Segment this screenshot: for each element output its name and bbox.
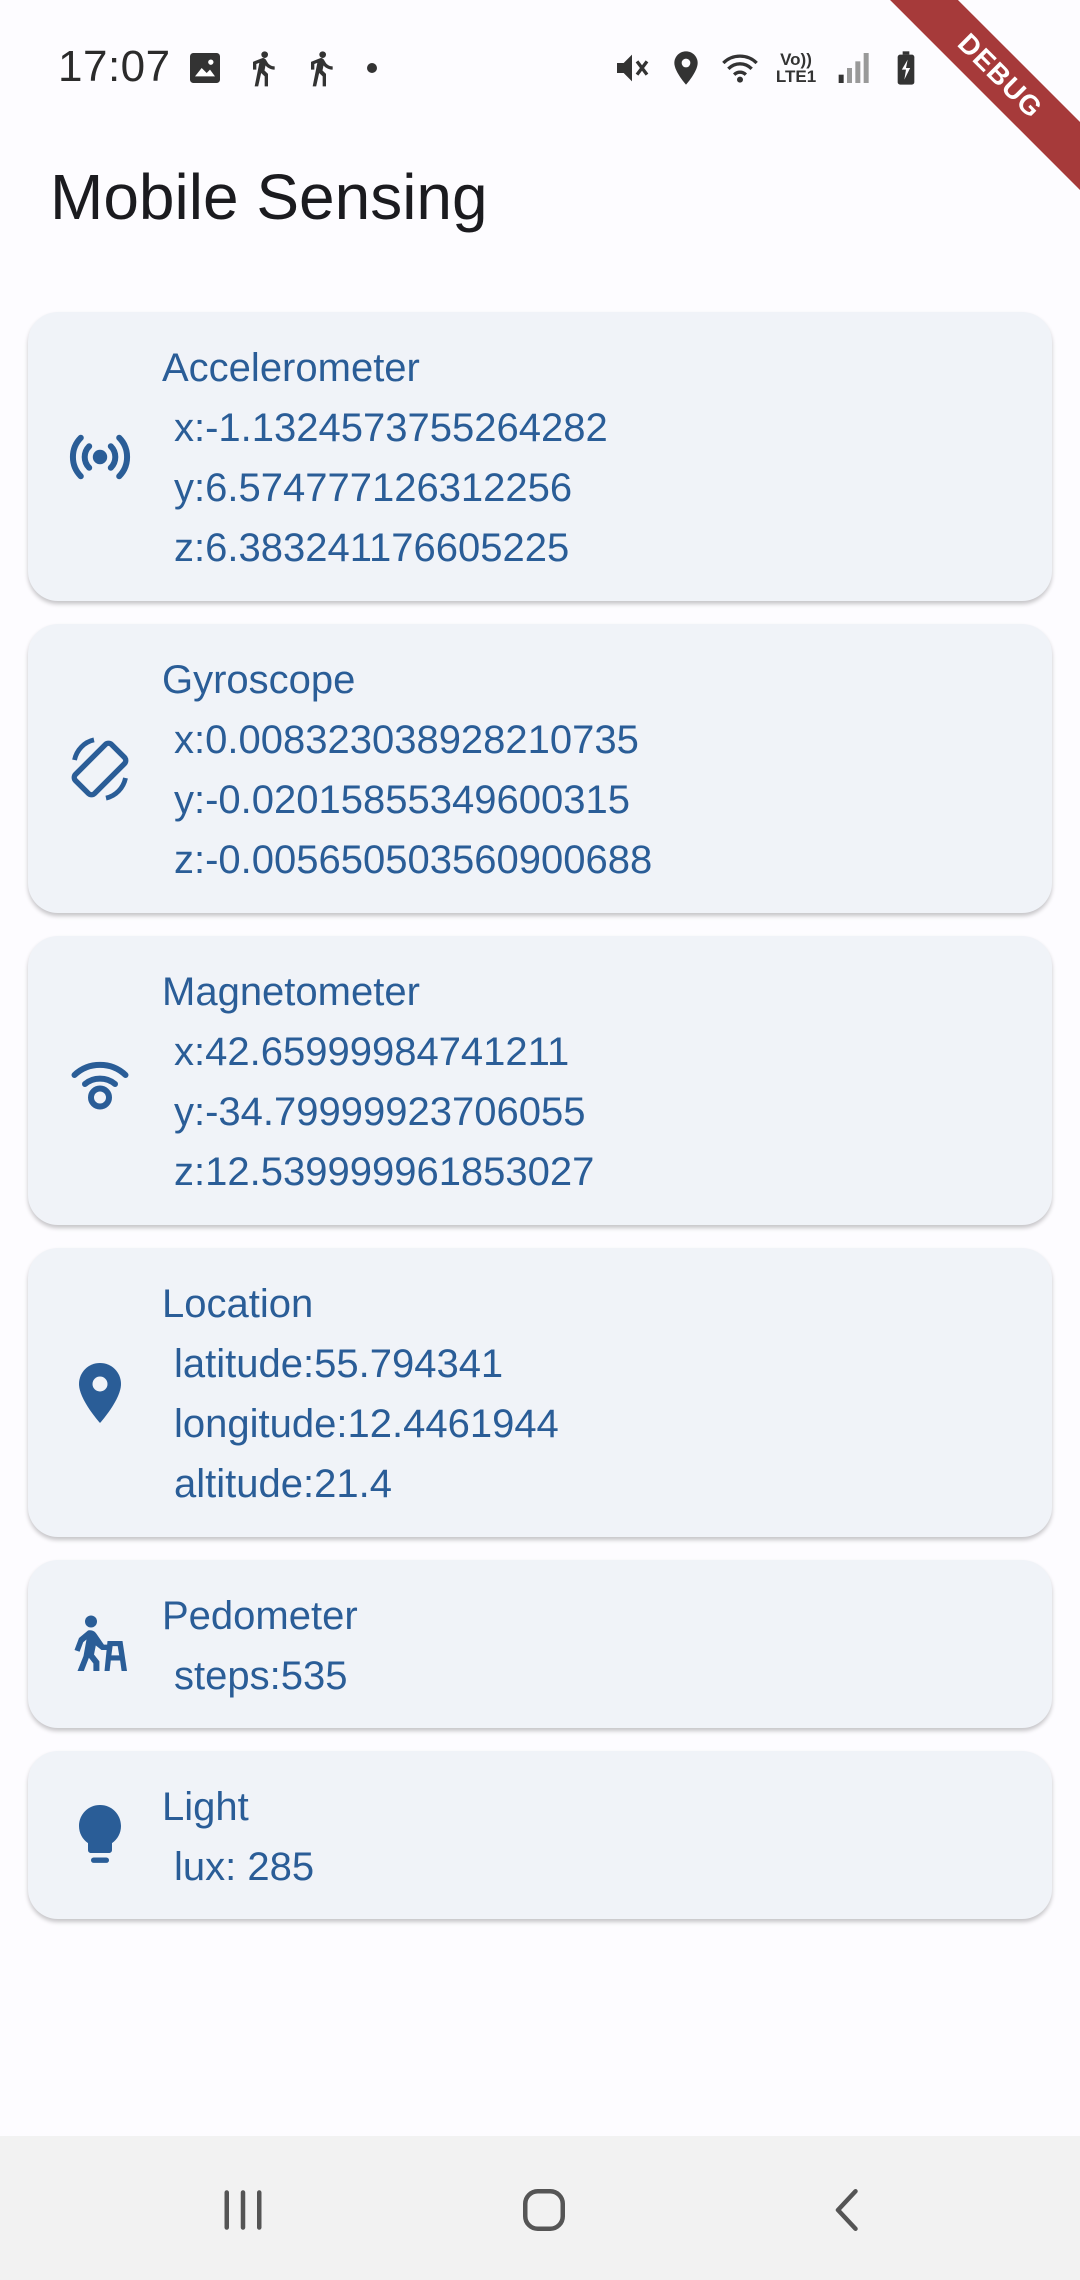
recent-apps-icon[interactable]: [213, 2180, 273, 2240]
volte-bottom: LTE1: [775, 67, 817, 86]
walker-icon: [64, 1608, 136, 1680]
location-pin-icon: [64, 1357, 136, 1429]
home-icon[interactable]: [514, 2180, 574, 2240]
magnetometer-card[interactable]: Magnetometer x:42.65999984741211 y:-34.7…: [28, 936, 1052, 1225]
card-value: latitude:55.794341: [174, 1342, 504, 1386]
magnet-wifi-icon: [64, 1045, 136, 1117]
card-value: y:-0.02015855349600315: [174, 778, 630, 822]
card-title: Light: [162, 1785, 249, 1829]
battery-charging-icon: [897, 51, 915, 85]
card-value: y:-34.79999923706055: [174, 1090, 586, 1134]
card-value: longitude:12.4461944: [174, 1402, 559, 1446]
mute-icon: [617, 54, 649, 82]
card-text: Accelerometer x:-1.1324573755264282 y:6.…: [162, 338, 608, 578]
app-title: Mobile Sensing: [50, 161, 488, 233]
card-value: z:-0.005650503560900688: [174, 838, 653, 882]
card-text: Magnetometer x:42.65999984741211 y:-34.7…: [162, 962, 594, 1202]
card-title: Accelerometer: [162, 346, 420, 390]
signal-icon: [838, 53, 869, 83]
walking-icon: [253, 51, 275, 87]
card-text: Location latitude:55.794341 longitude:12…: [162, 1274, 559, 1514]
back-icon[interactable]: [818, 2180, 878, 2240]
card-value: x:0.008323038928210735: [174, 718, 639, 762]
screen-rotation-icon: [64, 733, 136, 805]
pedometer-card[interactable]: Pedometer steps:535: [28, 1560, 1052, 1728]
card-value: z:6.383241176605225: [174, 526, 570, 570]
status-right-icons: Vo)) LTE1: [612, 48, 926, 88]
walking-icon: [311, 51, 333, 87]
card-value: lux: 285: [174, 1845, 315, 1889]
card-title: Location: [162, 1282, 314, 1326]
card-text: Pedometer steps:535: [162, 1586, 358, 1706]
card-value: z:12.539999961853027: [174, 1150, 595, 1194]
card-value: steps:535: [174, 1654, 348, 1698]
sensor-card-list: Accelerometer x:-1.1324573755264282 y:6.…: [28, 312, 1052, 1942]
card-value: x:42.65999984741211: [174, 1030, 570, 1074]
gyroscope-card[interactable]: Gyroscope x:0.008323038928210735 y:-0.02…: [28, 624, 1052, 913]
image-icon: [190, 53, 220, 83]
status-time: 17:07: [58, 42, 171, 91]
wifi-icon: [722, 54, 758, 83]
card-title: Gyroscope: [162, 658, 356, 702]
location-card[interactable]: Location latitude:55.794341 longitude:12…: [28, 1248, 1052, 1537]
navigation-bar: [0, 2136, 1080, 2280]
light-card[interactable]: Light lux: 285: [28, 1751, 1052, 1919]
card-text: Light lux: 285: [162, 1777, 314, 1897]
card-value: y:6.574777126312256: [174, 466, 573, 510]
lightbulb-icon: [64, 1799, 136, 1871]
status-left-icons: [185, 48, 377, 88]
notification-dot: [367, 63, 377, 73]
volte-icon: Vo)) LTE1: [774, 51, 818, 85]
accelerometer-card[interactable]: Accelerometer x:-1.1324573755264282 y:6.…: [28, 312, 1052, 601]
card-value: x:-1.1324573755264282: [174, 406, 608, 450]
card-value: altitude:21.4: [174, 1462, 392, 1506]
volte-top: Vo)): [780, 50, 812, 69]
sensors-icon: [64, 421, 136, 493]
location-icon: [674, 51, 698, 85]
card-title: Magnetometer: [162, 970, 420, 1014]
card-text: Gyroscope x:0.008323038928210735 y:-0.02…: [162, 650, 652, 890]
card-title: Pedometer: [162, 1594, 358, 1638]
screen: 17:07 Vo)) LTE1 DEBUG Mobile Sensing Acc…: [0, 0, 1080, 2280]
